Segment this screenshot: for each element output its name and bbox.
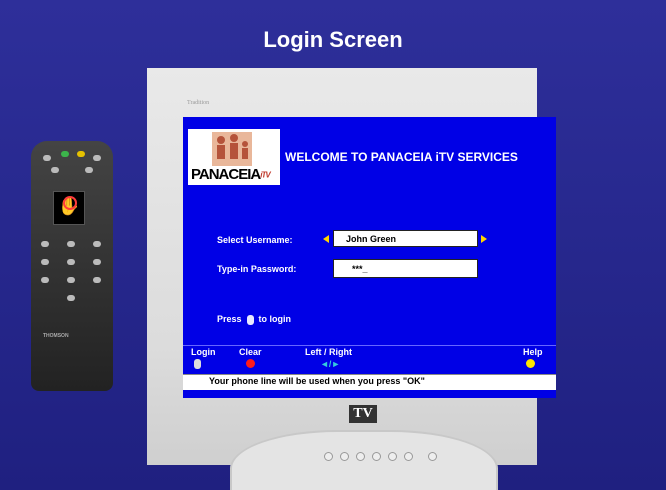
help-yellow-key-icon[interactable] xyxy=(526,359,535,368)
welcome-heading: WELCOME TO PANACEIA iTV SERVICES xyxy=(285,150,518,164)
ok-button-icon xyxy=(246,314,254,325)
clear-key-label[interactable]: Clear xyxy=(239,347,262,357)
press-to-login-hint: Press to login xyxy=(217,314,291,325)
power-switch-icon[interactable] xyxy=(428,452,437,461)
panel-knob-icon[interactable] xyxy=(324,452,333,461)
logo-text: PANACEIAiTV xyxy=(191,166,271,183)
remote-digit-button[interactable] xyxy=(67,241,75,247)
clear-red-key-icon[interactable] xyxy=(246,359,255,368)
bottom-control-bar: Login Clear Left / Right ◄/► Help xyxy=(183,345,556,373)
remote-yellow-button[interactable] xyxy=(77,151,85,157)
tv-logo-badge: TV xyxy=(349,405,377,423)
to-login-text: to login xyxy=(258,314,292,324)
username-prev-arrow-icon[interactable] xyxy=(323,235,329,243)
slide: Login Screen Tradition PANACEIAiTV WELCO… xyxy=(0,0,666,490)
press-text: Press xyxy=(217,314,242,324)
remote-digit-button[interactable] xyxy=(93,277,101,283)
remote-button[interactable] xyxy=(43,155,51,161)
remote-digit-button[interactable] xyxy=(67,259,75,265)
remote-button[interactable] xyxy=(85,167,93,173)
panaceia-logo: PANACEIAiTV xyxy=(188,129,280,185)
tv-screen: PANACEIAiTV WELCOME TO PANACEIA iTV SERV… xyxy=(183,117,556,398)
remote-digit-button[interactable] xyxy=(67,295,75,301)
remote-digit-button[interactable] xyxy=(41,241,49,247)
login-key-label[interactable]: Login xyxy=(191,347,216,357)
status-bar: Your phone line will be used when you pr… xyxy=(183,374,556,390)
logo-wordmark: PANACEIA xyxy=(191,166,261,183)
left-right-arrows-icon[interactable]: ◄/► xyxy=(320,359,340,369)
phone-line-notice: Your phone line will be used when you pr… xyxy=(209,376,425,386)
remote-digit-button[interactable] xyxy=(93,259,101,265)
remote-button[interactable] xyxy=(93,155,101,161)
remote-button[interactable] xyxy=(51,167,59,173)
panel-knob-icon[interactable] xyxy=(372,452,381,461)
username-label: Select Username: xyxy=(217,235,293,245)
panel-knob-icon[interactable] xyxy=(388,452,397,461)
remote-brand-label: THOMSON xyxy=(43,333,69,339)
username-next-arrow-icon[interactable] xyxy=(481,235,487,243)
remote-digit-button[interactable] xyxy=(41,259,49,265)
remote-green-button[interactable] xyxy=(61,151,69,157)
remote-digit-button[interactable] xyxy=(93,241,101,247)
remote-control: ✋ THOMSON xyxy=(31,141,113,391)
login-key-icon[interactable] xyxy=(194,359,201,369)
family-logo-icon xyxy=(212,132,252,166)
username-select[interactable]: John Green xyxy=(333,230,478,247)
panel-knob-icon[interactable] xyxy=(404,452,413,461)
panel-knob-icon[interactable] xyxy=(340,452,349,461)
panel-knob-icon[interactable] xyxy=(356,452,365,461)
no-touch-hand-icon: ✋ xyxy=(53,191,85,225)
remote-digit-button[interactable] xyxy=(41,277,49,283)
help-key-label[interactable]: Help xyxy=(523,347,543,357)
remote-digit-button[interactable] xyxy=(67,277,75,283)
logo-suffix: iTV xyxy=(260,170,271,180)
password-input[interactable]: ***_ xyxy=(333,259,478,278)
tv-control-panel xyxy=(230,430,498,490)
password-label: Type-in Password: xyxy=(217,264,297,274)
slide-title: Login Screen xyxy=(263,27,403,52)
tv-brand-label: Tradition xyxy=(187,100,210,106)
left-right-key-label[interactable]: Left / Right xyxy=(305,347,352,357)
